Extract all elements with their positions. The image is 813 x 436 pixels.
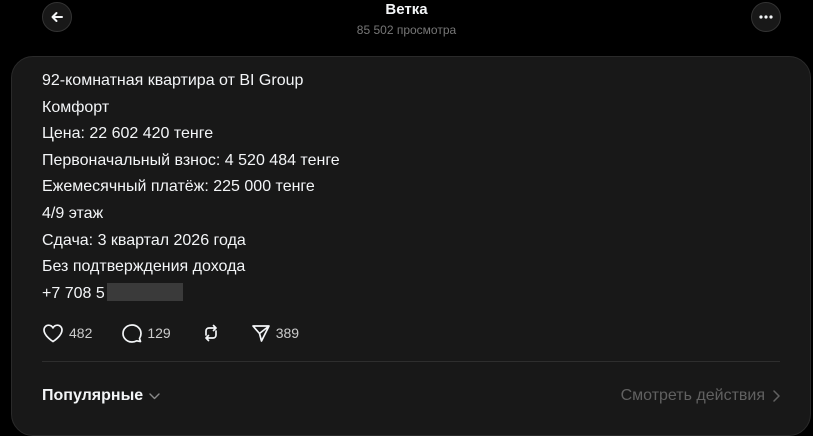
repost-icon — [201, 323, 221, 343]
repost-button[interactable] — [201, 323, 221, 343]
page-title: Ветка — [385, 1, 428, 18]
post-line: Ежемесячный платёж: 225 000 тенге — [42, 178, 315, 196]
post-line: Сдача: 3 квартал 2026 года — [42, 231, 246, 249]
comment-button[interactable]: 129 — [122, 323, 171, 343]
chevron-right-icon — [773, 390, 780, 402]
share-button[interactable]: 389 — [251, 323, 299, 343]
heart-icon — [42, 323, 64, 343]
post-line: Первоначальный взнос: 4 520 484 тенге — [42, 151, 340, 169]
ellipsis-icon — [759, 15, 773, 19]
post-line: 92-комнатная квартира от BI Group — [42, 72, 304, 89]
more-options-button[interactable] — [751, 2, 781, 32]
sort-popular-dropdown[interactable]: Популярные — [42, 387, 160, 405]
sort-label: Популярные — [42, 387, 144, 404]
send-icon — [251, 323, 271, 343]
top-bar: Ветка 85 502 просмотра — [0, 0, 813, 56]
view-count: 85 502 просмотра — [356, 23, 457, 37]
post-card: 92-комнатная квартира от BI Group Комфор… — [11, 56, 811, 436]
phone-number: +7 708 5 — [42, 284, 105, 302]
comment-bubble-icon — [122, 323, 143, 343]
like-count: 482 — [69, 325, 93, 341]
chevron-down-icon — [149, 392, 160, 400]
post-line: Цена: 22 602 420 тенге — [42, 125, 214, 143]
like-button[interactable]: 482 — [42, 323, 92, 343]
phone-line: +7 708 5 — [42, 281, 340, 308]
header-title-block: Ветка 85 502 просмотра — [0, 0, 813, 38]
post-text: 92-комнатная квартира от BI Group Комфор… — [42, 68, 340, 307]
divider — [42, 361, 780, 362]
see-actions-label: Смотреть действия — [620, 387, 765, 404]
see-actions-link[interactable]: Смотреть действия — [621, 387, 780, 405]
post-line: 4/9 этаж — [42, 204, 104, 222]
phone-redaction-mask — [106, 282, 183, 301]
post-line: Комфорт — [42, 98, 110, 116]
post-actions: 482 129 389 — [42, 321, 329, 345]
share-count: 389 — [275, 325, 300, 341]
post-line: Без подтверждения дохода — [42, 258, 246, 276]
comment-count: 129 — [147, 325, 171, 341]
